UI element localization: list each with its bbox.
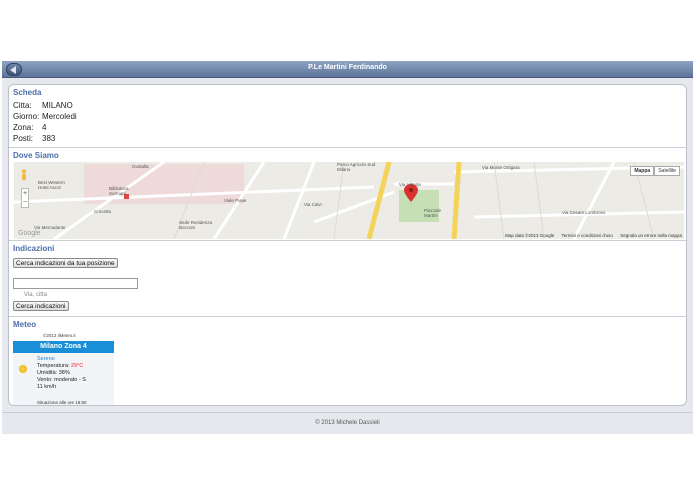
- map-label: Crocetta: [94, 209, 112, 214]
- info-value: MILANO: [42, 101, 73, 110]
- info-label: Giorno:: [13, 112, 40, 121]
- google-map[interactable]: Gustalla Best Western Hotel Ascot Biblio…: [14, 162, 684, 239]
- zoom-control: + −: [21, 188, 29, 208]
- address-input[interactable]: [13, 278, 138, 289]
- info-label: Citta:: [13, 101, 32, 110]
- map-label: Best Western Hotel Ascot: [38, 180, 65, 190]
- weather-humidity: Umidità: 38%: [37, 370, 70, 376]
- scheda-section: Scheda Citta: MILANO Giorno: Mercoledi Zon…: [9, 85, 686, 148]
- weather-wind: Vento: moderato - S: [37, 377, 86, 383]
- temperature-value: 29°C: [70, 363, 84, 369]
- map-label: Piazzale Martini: [424, 208, 442, 218]
- footer-copyright: © 2013 Michele Dassieli: [315, 420, 380, 426]
- page-title: P.Le Martini Ferdinando: [308, 64, 387, 71]
- info-row-citta: Citta: MILANO: [13, 101, 73, 110]
- weather-temperature: Temperatura: 29°C: [37, 363, 83, 369]
- weather-time: Situazione alle ore 18:50: [37, 400, 87, 405]
- map-label: Biblioteca Sormani: [109, 186, 129, 196]
- map-label: Via Monte Ortigara: [482, 165, 520, 170]
- google-logo[interactable]: Google: [18, 230, 41, 237]
- weather-widget: Milano Zona 4 Sereno Temperatura: 29°C U…: [13, 341, 114, 405]
- zoom-in-button[interactable]: +: [22, 189, 28, 198]
- info-row-posti: Posti: 383: [13, 134, 55, 143]
- temperature-label: Temperatura:: [37, 363, 70, 369]
- info-value: Mercoledi: [42, 112, 77, 121]
- map-data-credit: Map data ©2013 Google: [505, 233, 555, 238]
- zoom-out-button[interactable]: −: [22, 198, 28, 207]
- street-view-pegman-icon[interactable]: [20, 168, 28, 180]
- map-terms-link[interactable]: Termini e condizioni d'uso: [562, 233, 613, 238]
- map-report-error-link[interactable]: Segnala un errore nella mappa: [620, 233, 682, 238]
- weather-wind-speed: 11 km/h: [37, 384, 57, 390]
- weather-sky: Sereno: [37, 356, 55, 362]
- scheda-title: Scheda: [13, 88, 42, 97]
- map-type-satellite-button[interactable]: Satellite: [654, 166, 680, 176]
- info-row-giorno: Giorno: Mercoledi: [13, 112, 77, 121]
- weather-location: Milano Zona 4: [13, 341, 114, 353]
- indicazioni-section: Indicazioni Cerca indicazioni da tua pos…: [9, 241, 686, 317]
- address-hint: Via, citta: [24, 292, 47, 298]
- app-window: P.Le Martini Ferdinando Scheda Citta: MIL…: [0, 0, 695, 494]
- map-canvas: [14, 162, 684, 239]
- detail-card: Scheda Citta: MILANO Giorno: Mercoledi Zon…: [8, 84, 687, 406]
- info-label: Posti:: [13, 134, 34, 143]
- info-value: 4: [42, 123, 47, 132]
- map-section: Dove Siamo Gustalla Best Western Hotel A…: [9, 148, 686, 241]
- meteo-copyright-link[interactable]: ©2013 ilMeteo.it: [43, 333, 76, 338]
- indicazioni-title: Indicazioni: [13, 244, 55, 253]
- map-label: Via Vittoria: [399, 182, 421, 187]
- info-value: 383: [42, 134, 56, 143]
- locate-directions-button[interactable]: Cerca indicazioni da tua posizione: [13, 258, 118, 268]
- map-label: Via Cesare Lombroso: [562, 210, 606, 215]
- map-label: Sede Residenza Bocconi: [179, 220, 213, 230]
- map-type-control: Mappa Satellite: [630, 166, 680, 176]
- content-area: Scheda Citta: MILANO Giorno: Mercoledi Zon…: [2, 78, 693, 412]
- info-row-zona: Zona: 4: [13, 123, 46, 132]
- map-label: Viale Piave: [224, 198, 247, 203]
- map-label: Via Calvi: [304, 202, 322, 207]
- map-label: Parco Agricolo Sud Milano: [337, 162, 376, 172]
- map-attribution: Map data ©2013 Google Termini e condizio…: [499, 233, 682, 238]
- title-bar: P.Le Martini Ferdinando: [2, 61, 693, 78]
- map-type-mappa-button[interactable]: Mappa: [630, 166, 655, 176]
- search-directions-button[interactable]: Cerca indicazioni: [13, 301, 69, 311]
- meteo-section: Meteo ©2013 ilMeteo.it Milano Zona 4 Ser…: [9, 317, 686, 405]
- page-footer: © 2013 Michele Dassieli: [2, 412, 693, 434]
- info-label: Zona:: [13, 123, 34, 132]
- meteo-title: Meteo: [13, 320, 37, 329]
- sun-icon: [19, 365, 27, 373]
- map-title: Dove Siamo: [13, 151, 59, 160]
- map-label: Gustalla: [132, 164, 149, 169]
